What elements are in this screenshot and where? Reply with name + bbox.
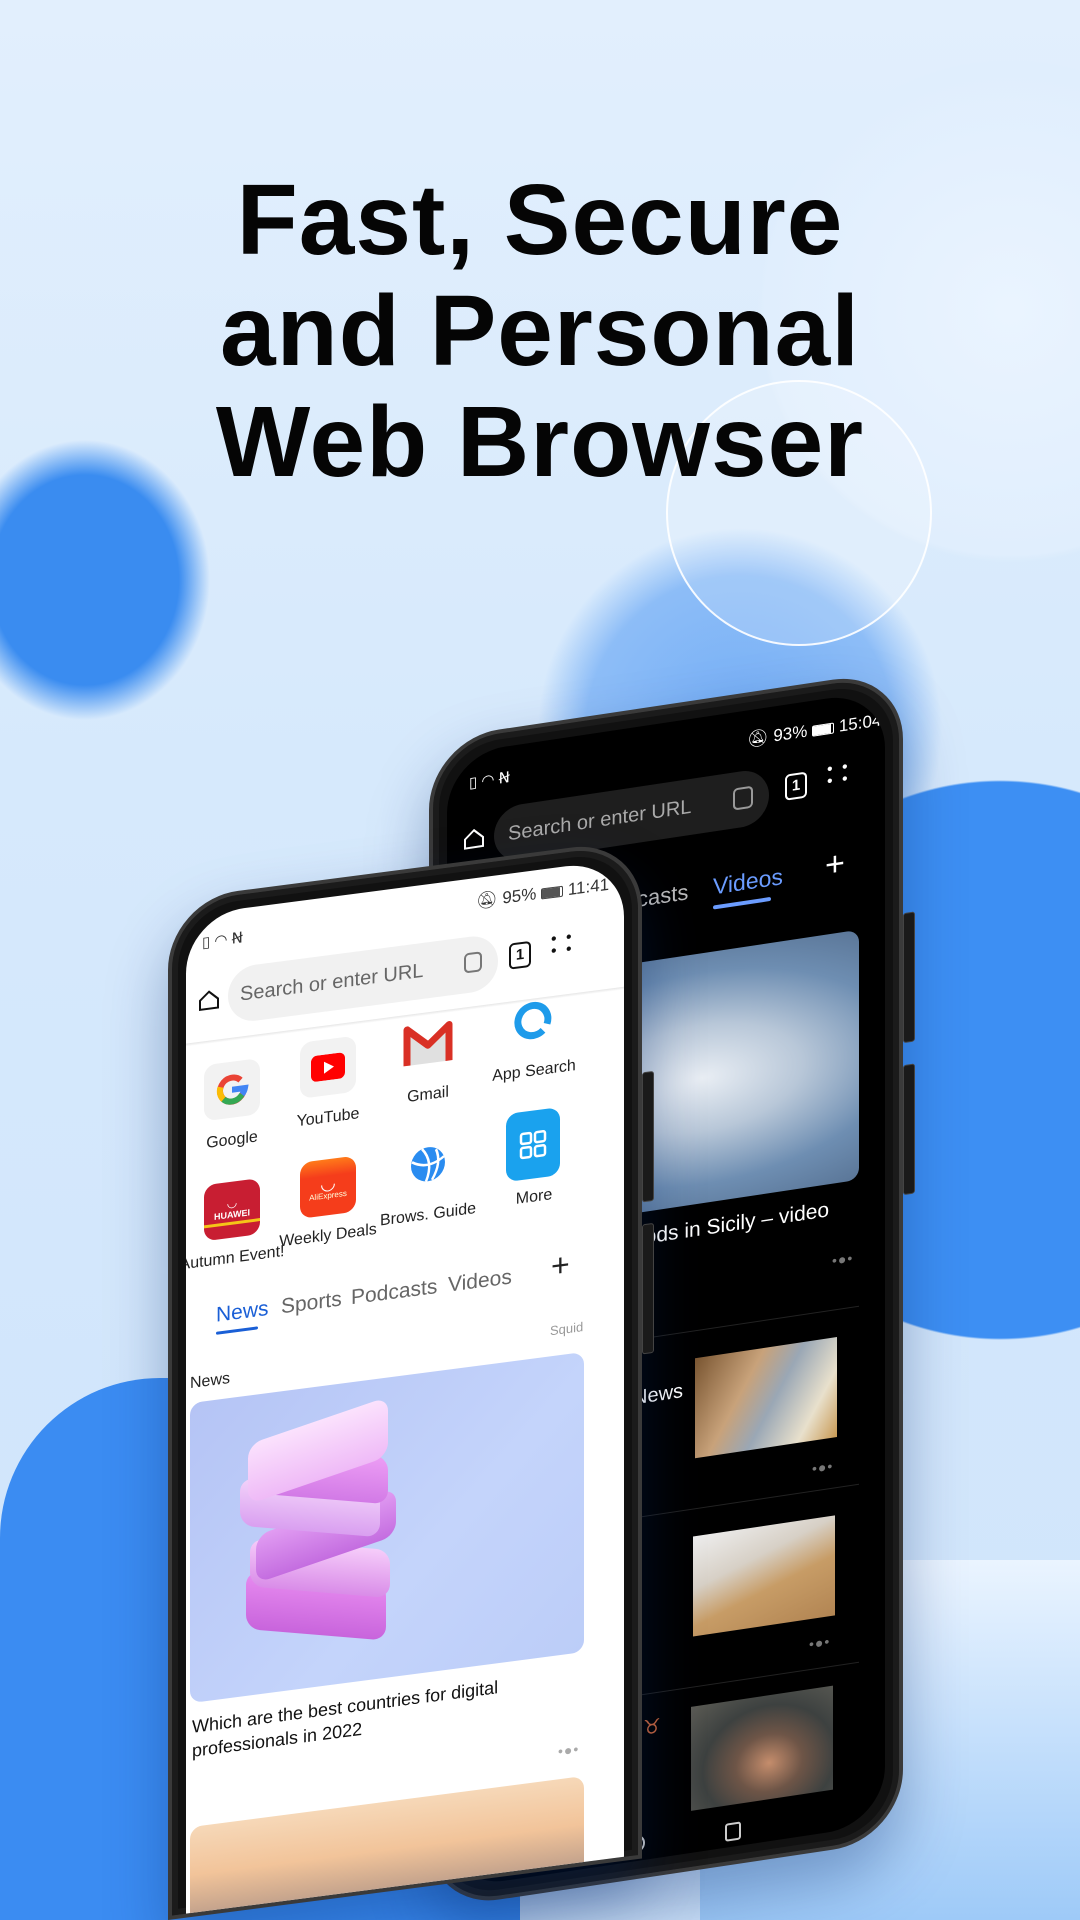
shortcut-weekly-deals[interactable]: ◡ AliExpress [300,1155,356,1219]
shortcut-label: Gmail [407,1083,449,1106]
globe-icon [411,1147,445,1182]
volume-button [903,911,915,1044]
article-image[interactable] [190,1351,584,1704]
tab-news[interactable]: News [216,1297,269,1328]
tab-podcasts[interactable]: Podcasts [351,1275,437,1310]
shortcut-more[interactable] [506,1107,560,1183]
tab-videos[interactable]: Videos [448,1265,512,1297]
search-placeholder: Search or enter URL [240,959,424,1006]
shortcut-youtube[interactable] [300,1035,356,1099]
status-time: 15:04 [838,710,882,736]
feed-thumbnail[interactable] [693,1515,835,1637]
youtube-icon [311,1052,345,1082]
gmail-icon [403,1020,453,1067]
power-button [903,1063,915,1196]
shortcut-autumn-event[interactable]: ◡ HUAWEI [204,1178,260,1242]
status-right: 🔕︎ 95% 11:41 [476,875,609,912]
feed-thumbnail[interactable] [695,1337,837,1459]
bell-off-icon: 🔕︎ [476,889,498,911]
shortcut-label: More [515,1186,553,1208]
bell-off-icon: 🔕︎ [747,727,769,750]
tab-count-button[interactable]: 1 [785,771,807,801]
tab-podcasts[interactable]: casts [637,879,688,913]
shortcut-google[interactable] [204,1058,260,1122]
app-search-icon [514,1001,552,1040]
feed-source: Squid [550,1319,584,1339]
feed-section-label: News [190,1369,231,1393]
search-input[interactable]: Search or enter URL [494,767,769,865]
shortcut-label: YouTube [296,1105,360,1131]
shortcut-label: Google [206,1128,258,1153]
shortcut-label: Weekly Deals [279,1220,377,1251]
front-phone: ▯ ◠ Ꞥ 🔕︎ 95% 11:41 Search or enter URL 1… [168,838,654,1920]
status-time: 11:41 [567,874,610,900]
shortcut-label: App Search [492,1057,576,1085]
bull-logo-icon: ♉︎ [643,1715,661,1741]
shortcut-label: Autumn Event! [186,1242,285,1274]
add-tab-icon[interactable]: + [825,844,845,886]
battery-icon [541,885,564,900]
battery-percent: 93% [773,721,808,746]
feed-thumbnail[interactable] [691,1685,833,1811]
google-icon [216,1074,249,1105]
tab-sports[interactable]: Sports [281,1287,342,1319]
more-options-icon[interactable]: •●• [812,1458,833,1477]
grid-icon [519,1130,547,1160]
menu-dots-icon[interactable]: • • • • [827,758,852,791]
huawei-icon: ◡ [226,1194,238,1210]
menu-dots-icon[interactable]: • • • • [551,928,576,960]
shortcut-app-search[interactable] [506,989,562,1052]
headline-line-2: and Personal [220,275,860,387]
shortcut-browser-guide[interactable] [400,1133,456,1196]
shortcut-gmail[interactable] [400,1013,456,1076]
tab-count-button[interactable]: 1 [509,940,531,970]
more-options-icon[interactable]: •●• [809,1633,830,1652]
home-icon[interactable] [463,826,485,851]
home-icon[interactable] [198,987,220,1012]
more-options-icon[interactable]: •●• [832,1250,853,1269]
shortcut-label: Brows. Guide [379,1199,477,1230]
nav-recents-button[interactable] [725,1821,741,1842]
stacked-tiles-illustration [240,1396,400,1657]
status-icons-left: ▯ ◠ Ꞥ [202,929,243,952]
active-tab-indicator [216,1326,258,1335]
power-button [642,1222,654,1355]
tab-videos[interactable]: Videos [713,863,783,900]
more-options-icon[interactable]: •●• [558,1741,579,1760]
battery-percent: 95% [502,884,537,908]
scan-icon[interactable] [464,951,482,974]
battery-icon [812,722,835,737]
aliexpress-logo-text: AliExpress [309,1188,347,1203]
front-screen: ▯ ◠ Ꞥ 🔕︎ 95% 11:41 Search or enter URL 1… [186,858,624,1914]
scan-icon[interactable] [733,785,753,811]
headline-line-1: Fast, Secure [236,164,844,276]
search-placeholder: Search or enter URL [508,795,692,846]
status-icons-left: ▯ ◠ Ꞥ [469,768,510,793]
status-right: 🔕︎ 93% 15:04 [747,710,881,750]
headline-line-3: Web Browser [215,386,865,498]
volume-button [642,1070,654,1203]
add-tab-icon[interactable]: + [551,1246,570,1285]
headline: Fast, Secure and Personal Web Browser [0,165,1080,498]
